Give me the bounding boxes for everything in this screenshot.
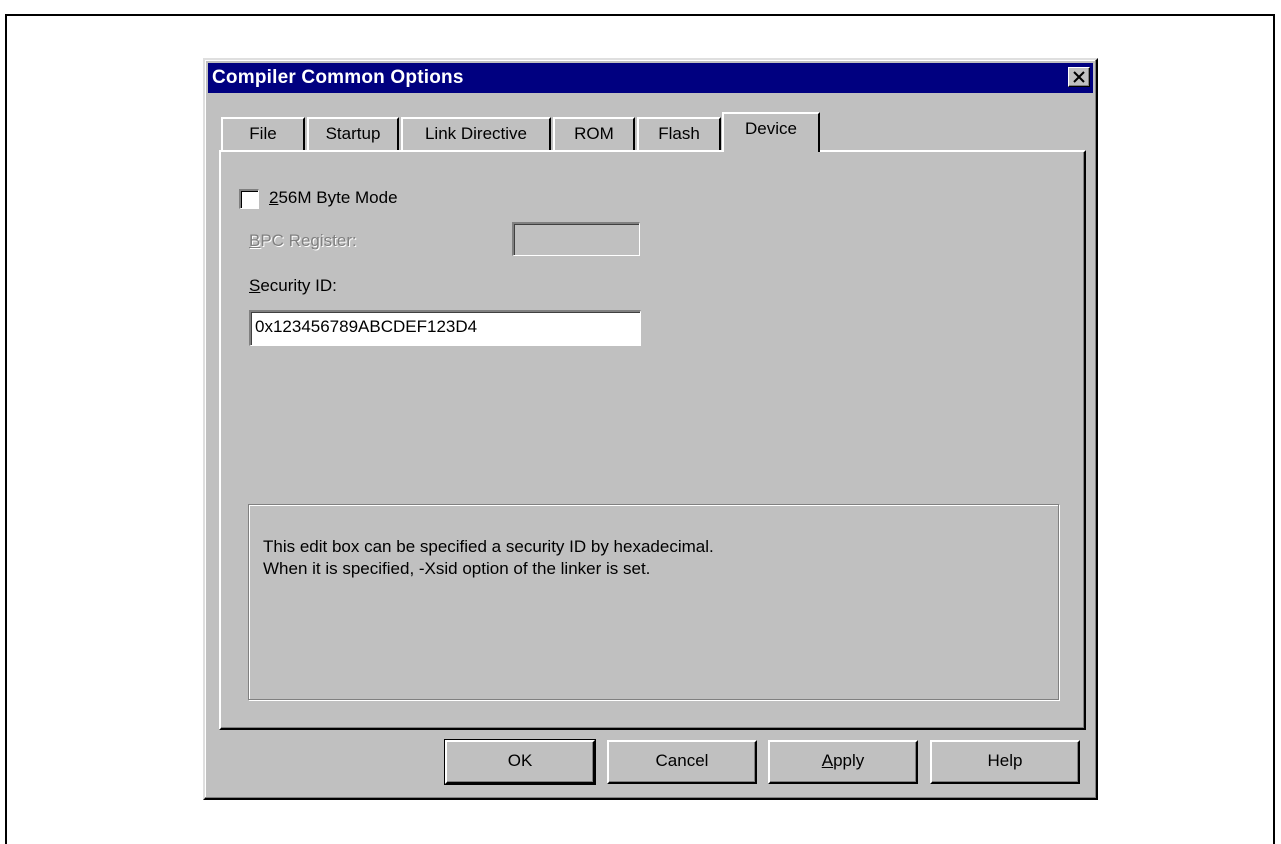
cancel-label: Cancel [655, 751, 709, 770]
tab-label: Startup [325, 124, 381, 143]
tab-label: ROM [574, 124, 614, 143]
bpc-label-text: PC Register: [260, 231, 357, 250]
tab-flash[interactable]: Flash [637, 117, 721, 151]
description-line-2: When it is specified, -Xsid option of th… [263, 559, 651, 578]
byte-mode-label-text: 56M Byte Mode [278, 188, 398, 207]
security-id-label: Security ID: [249, 276, 337, 296]
ok-label: OK [507, 751, 533, 770]
cancel-button[interactable]: Cancel [607, 740, 757, 784]
security-label-text: ecurity ID: [260, 276, 337, 295]
apply-button[interactable]: Apply [768, 740, 918, 784]
tab-label: Flash [658, 124, 700, 143]
tab-device[interactable]: Device [722, 112, 820, 152]
title-bar[interactable]: Compiler Common Options [208, 63, 1093, 93]
tab-rom[interactable]: ROM [553, 117, 635, 151]
close-icon [1073, 71, 1085, 83]
security-id-input[interactable]: 0x123456789ABCDEF123D4 [249, 310, 641, 346]
compiler-options-dialog: Compiler Common Options File Startup Lin… [203, 58, 1098, 800]
device-tab-panel: 256M Byte Mode BPC Register: Security ID… [219, 150, 1086, 730]
window-title: Compiler Common Options [212, 67, 464, 88]
bpc-register-label: BPC Register: [249, 231, 357, 251]
description-line-1: This edit box can be specified a securit… [263, 537, 714, 556]
tab-link-directive[interactable]: Link Directive [401, 117, 551, 151]
tab-label: Link Directive [424, 124, 528, 143]
bpc-register-field [512, 222, 640, 256]
tab-label: File [249, 124, 277, 143]
security-mnemonic: S [249, 276, 261, 295]
help-button[interactable]: Help [930, 740, 1080, 784]
tab-label: Device [745, 119, 797, 138]
byte-mode-label[interactable]: 256M Byte Mode [269, 188, 398, 208]
ok-button[interactable]: OK [444, 739, 596, 785]
tab-startup[interactable]: Startup [307, 117, 399, 151]
byte-mode-checkbox[interactable] [239, 189, 259, 209]
apply-mnemonic: A [821, 751, 834, 770]
help-label: Help [987, 751, 1023, 770]
tab-file[interactable]: File [221, 117, 305, 151]
apply-label: pply [833, 751, 865, 770]
description-box: This edit box can be specified a securit… [248, 504, 1059, 700]
bpc-mnemonic: B [249, 231, 261, 250]
close-button[interactable] [1068, 67, 1090, 87]
